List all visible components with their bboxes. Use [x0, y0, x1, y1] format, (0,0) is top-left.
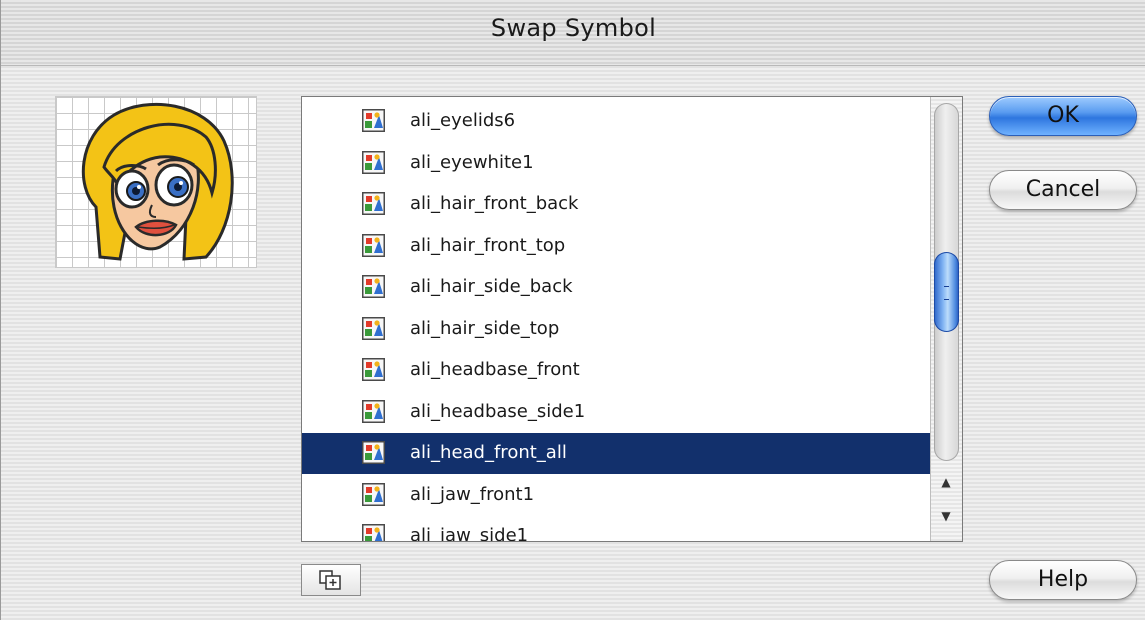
dialog-title: Swap Symbol — [490, 14, 657, 42]
symbol-name: ali_hair_front_back — [410, 193, 579, 214]
symbol-list-item[interactable]: ali_hair_side_back — [302, 267, 930, 308]
vertical-scrollbar[interactable]: ▲ ▼ — [930, 97, 962, 541]
duplicate-symbol-icon — [319, 570, 341, 590]
swap-symbol-dialog: Swap Symbol ali_eyelids6 ali_eyewhite1 a… — [0, 0, 1145, 620]
face-preview-image — [81, 102, 234, 261]
symbol-name: ali_eyewhite1 — [410, 151, 534, 173]
symbol-name: ali_hair_side_back — [410, 276, 573, 297]
duplicate-symbol-button[interactable] — [301, 564, 361, 596]
cancel-button[interactable]: Cancel — [989, 170, 1137, 210]
graphic-symbol-icon — [362, 482, 385, 506]
scroll-down-arrow-icon[interactable]: ▼ — [931, 505, 961, 527]
graphic-symbol-icon — [362, 358, 385, 381]
graphic-symbol-icon — [362, 275, 385, 298]
symbol-list-item[interactable]: ali_jaw_front1 — [302, 475, 930, 516]
graphic-symbol-icon — [362, 441, 385, 464]
symbol-name: ali_hair_front_top — [410, 234, 566, 256]
symbol-list-item[interactable]: ali_hair_front_top — [302, 226, 930, 267]
symbol-list[interactable]: ali_eyelids6 ali_eyewhite1 ali_hair_front_… — [301, 96, 963, 542]
symbol-name: ali_jaw_front1 — [410, 483, 535, 505]
symbol-list-item[interactable]: ali_hair_side_top — [302, 309, 930, 350]
symbol-name: ali_headbase_front — [410, 359, 580, 380]
symbol-list-item[interactable]: ali_headbase_front — [302, 350, 930, 391]
graphic-symbol-icon — [362, 233, 385, 257]
help-button[interactable]: Help — [989, 560, 1137, 600]
symbol-list-item[interactable]: ali_eyelids6 — [302, 101, 930, 142]
symbol-list-item[interactable]: ali_jaw_side1 — [302, 516, 930, 542]
symbol-name: ali_jaw_side1 — [410, 525, 529, 542]
graphic-symbol-icon — [362, 399, 385, 423]
graphic-symbol-icon — [362, 316, 385, 340]
scrollbar-thumb[interactable] — [934, 252, 959, 332]
symbol-name: ali_head_front_all — [410, 442, 567, 463]
graphic-symbol-icon — [362, 524, 385, 541]
symbol-name: ali_hair_side_top — [410, 317, 560, 339]
symbol-preview — [55, 96, 257, 268]
symbol-name: ali_eyelids6 — [410, 110, 516, 131]
symbol-list-item[interactable]: ali_headbase_side1 — [302, 392, 930, 433]
graphic-symbol-icon — [362, 192, 385, 215]
symbol-name: ali_headbase_side1 — [410, 400, 586, 422]
graphic-symbol-icon — [362, 150, 385, 174]
symbol-list-item[interactable]: ali_head_front_all — [302, 433, 930, 474]
symbol-list-item[interactable]: ali_eyewhite1 — [302, 143, 930, 184]
ok-button[interactable]: OK — [989, 96, 1137, 136]
graphic-symbol-icon — [362, 109, 385, 132]
symbol-list-item[interactable]: ali_hair_front_back — [302, 184, 930, 225]
title-bar[interactable]: Swap Symbol — [1, 0, 1145, 66]
scroll-up-arrow-icon[interactable]: ▲ — [931, 471, 961, 493]
